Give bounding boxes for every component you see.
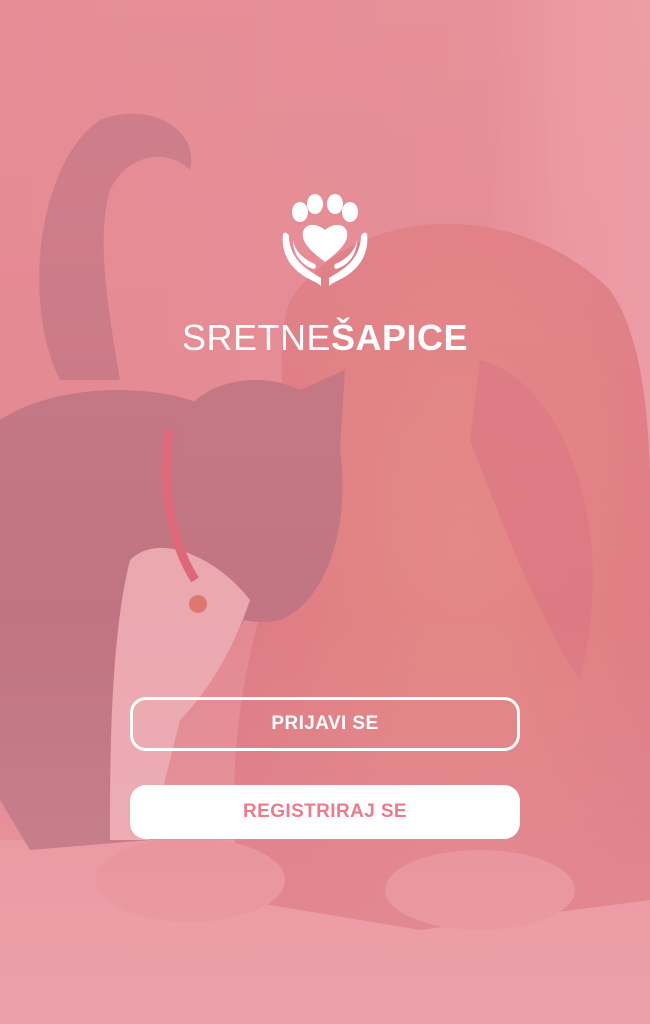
- register-button-label: REGISTRIRAJ SE: [243, 801, 407, 822]
- app-title-light: SRETNE: [181, 317, 331, 358]
- login-button-label: PRIJAVI SE: [271, 713, 379, 734]
- register-button[interactable]: REGISTRIRAJ SE: [130, 785, 520, 839]
- login-button[interactable]: PRIJAVI SE: [130, 697, 520, 751]
- app-title-bold: ŠAPICE: [330, 317, 469, 358]
- app-title: SRETNEŠAPICE: [0, 318, 650, 358]
- paw-heart-hands-icon: [282, 194, 368, 286]
- welcome-screen: SRETNEŠAPICE PRIJAVI SE REGISTRIRAJ SE: [0, 0, 650, 1024]
- pink-overlay: [0, 0, 650, 1024]
